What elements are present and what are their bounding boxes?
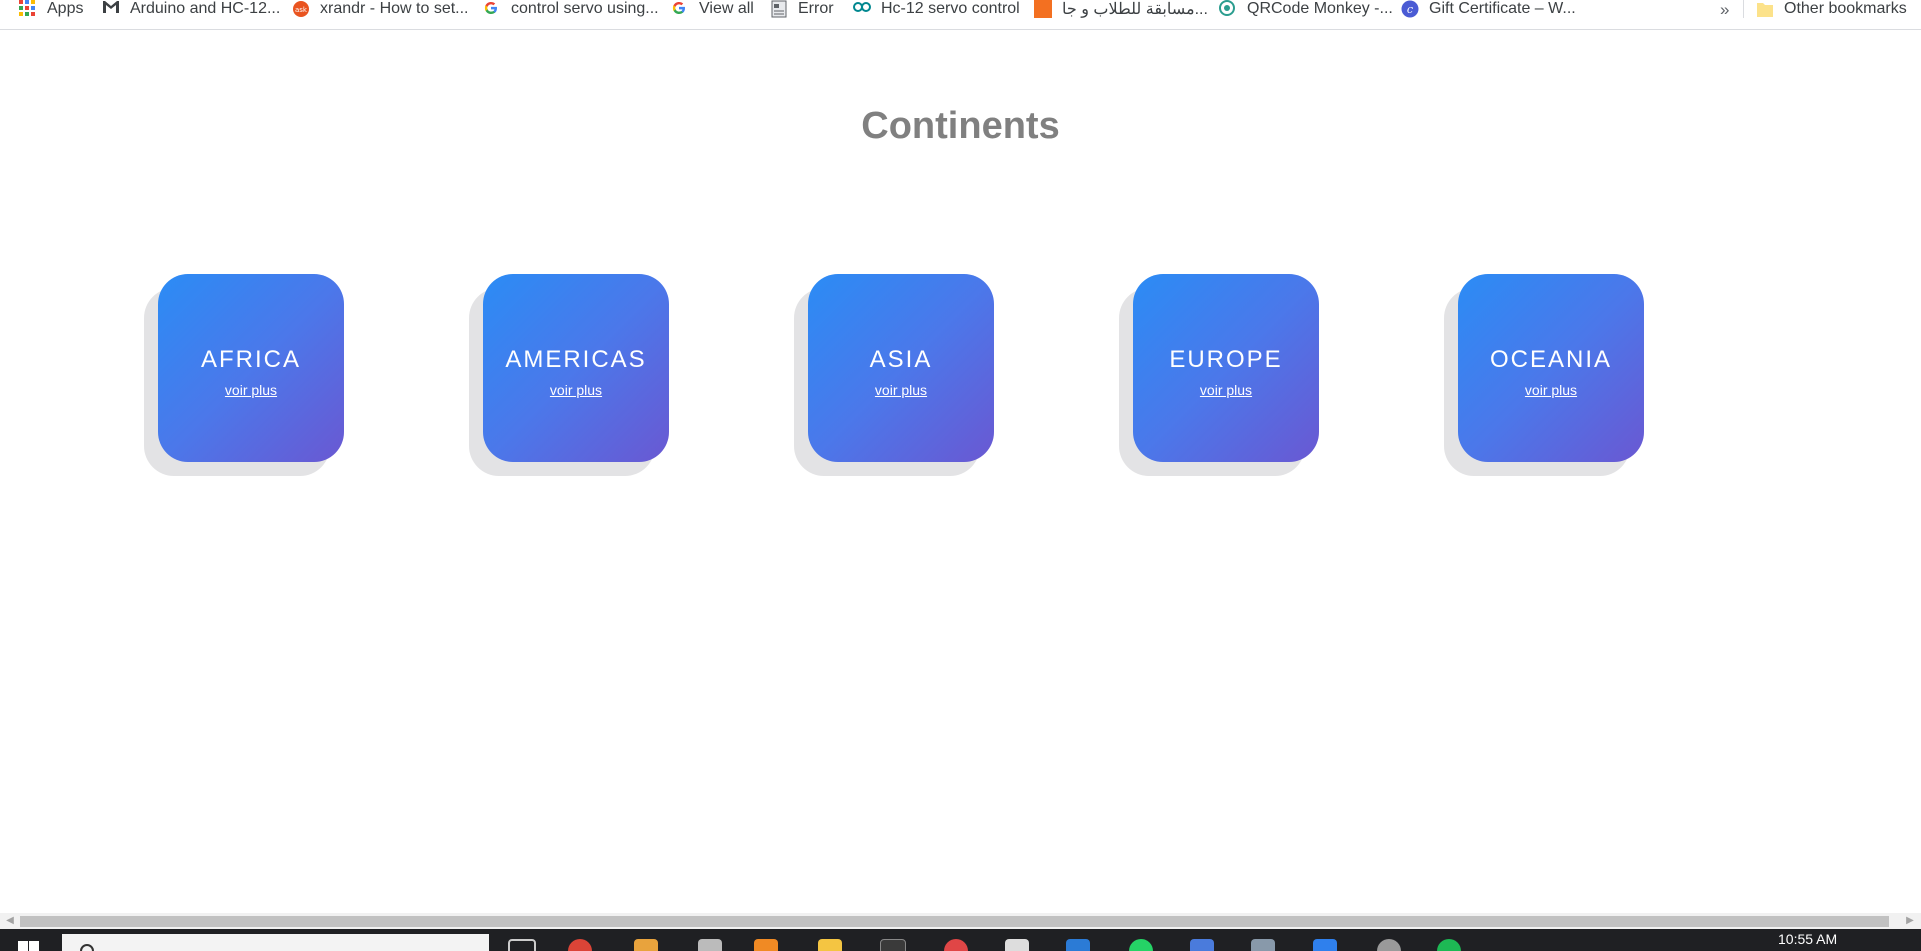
bookmark-arabic-contest[interactable]: مسابقة للطلاب و جا... [1034, 0, 1208, 18]
app-icon[interactable] [634, 939, 658, 951]
card-title: ASIA [869, 346, 933, 373]
svg-text:c: c [1407, 3, 1413, 16]
bookmark-label: xrandr - How to set... [320, 0, 469, 17]
card-title: OCEANIA [1489, 346, 1613, 373]
bookmark-error[interactable]: Error [770, 0, 834, 18]
whatsapp-icon[interactable] [1129, 939, 1153, 951]
continent-card-europe: EUROPE voir plus [1119, 274, 1319, 476]
card-asia[interactable]: ASIA voir plus [808, 274, 994, 462]
bookmark-label: Error [798, 0, 834, 17]
orange-site-icon [1034, 0, 1052, 18]
bookmark-label: View all [699, 0, 754, 17]
bookmark-qrcode-monkey[interactable]: QRCode Monkey -... [1219, 0, 1393, 17]
folder-icon [1756, 0, 1774, 17]
bookmark-label: مسابقة للطلاب و جا... [1062, 0, 1208, 18]
card-africa[interactable]: AFRICA voir plus [158, 274, 344, 462]
continent-card-africa: AFRICA voir plus [144, 274, 344, 476]
windows-taskbar: 10:55 AM [0, 929, 1921, 951]
file-explorer-icon[interactable] [818, 939, 842, 951]
card-oceania[interactable]: OCEANIA voir plus [1458, 274, 1644, 462]
scrollbar-thumb[interactable] [20, 916, 1889, 927]
terminal-icon[interactable] [880, 939, 906, 951]
search-icon [80, 944, 94, 951]
voir-plus-link[interactable]: voir plus [550, 381, 602, 399]
app-icon[interactable] [698, 939, 722, 951]
bookmark-view-all[interactable]: View all [671, 0, 754, 17]
app-icon[interactable] [1251, 939, 1275, 951]
scroll-left-arrow[interactable]: ◀ [3, 915, 17, 927]
card-title: AMERICAS [505, 346, 647, 373]
apps-grid-icon [19, 0, 37, 17]
app-icon[interactable] [754, 939, 778, 951]
other-bookmarks-folder[interactable]: Other bookmarks [1756, 0, 1907, 17]
askubuntu-icon: ask [292, 0, 310, 17]
taskbar-search-box[interactable] [62, 934, 489, 951]
start-button[interactable] [18, 941, 40, 951]
scroll-right-arrow[interactable]: ▶ [1903, 915, 1917, 927]
app-icon[interactable] [1190, 939, 1214, 951]
google-icon [483, 0, 501, 17]
taskbar-clock[interactable]: 10:55 AM [1778, 931, 1837, 947]
bookmark-xrandr[interactable]: ask xrandr - How to set... [292, 0, 469, 17]
bookmark-label: Arduino and HC-12... [130, 0, 281, 17]
app-icon[interactable] [1377, 939, 1401, 951]
bookmark-label: control servo using... [511, 0, 659, 17]
bookmarks-overflow-button[interactable]: » [1720, 0, 1729, 20]
card-title: AFRICA [200, 346, 301, 373]
card-americas[interactable]: AMERICAS voir plus [483, 274, 669, 462]
vscode-icon[interactable] [1313, 939, 1337, 951]
bookmark-gift-certificate[interactable]: c Gift Certificate – W... [1401, 0, 1576, 18]
voir-plus-link[interactable]: voir plus [875, 381, 927, 399]
voir-plus-link[interactable]: voir plus [1525, 381, 1577, 399]
bookmark-apps[interactable]: Apps [19, 0, 83, 17]
bookmark-arduino-hc12[interactable]: Arduino and HC-12... [102, 0, 280, 17]
bookmark-label: Hc-12 servo control [881, 0, 1020, 17]
app-icon[interactable] [1005, 939, 1029, 951]
other-bookmarks-label: Other bookmarks [1784, 0, 1907, 17]
google-icon [671, 0, 689, 17]
continent-card-asia: ASIA voir plus [794, 274, 994, 476]
continent-card-oceania: OCEANIA voir plus [1444, 274, 1644, 476]
bookmark-hc12-servo[interactable]: Hc-12 servo control [853, 0, 1020, 17]
gmail-icon [102, 0, 120, 17]
horizontal-scrollbar[interactable]: ◀ ▶ [0, 913, 1921, 929]
page-icon [770, 0, 788, 18]
circle-c-icon: c [1401, 0, 1419, 18]
voir-plus-link[interactable]: voir plus [1200, 381, 1252, 399]
card-europe[interactable]: EUROPE voir plus [1133, 274, 1319, 462]
bookmark-label: QRCode Monkey -... [1247, 0, 1393, 17]
bookmarks-bar: Apps Arduino and HC-12... ask xrandr - H… [0, 0, 1921, 30]
bookmark-control-servo[interactable]: control servo using... [483, 0, 659, 17]
bookmarks-divider [1743, 0, 1744, 18]
continent-card-americas: AMERICAS voir plus [469, 274, 669, 476]
app-icon[interactable] [1066, 939, 1090, 951]
card-title: EUROPE [1169, 346, 1283, 373]
app-icon[interactable] [944, 939, 968, 951]
qrcode-monkey-icon [1219, 0, 1237, 17]
spotify-icon[interactable] [1437, 939, 1461, 951]
voir-plus-link[interactable]: voir plus [225, 381, 277, 399]
task-view-icon[interactable] [508, 939, 536, 951]
page-title: Continents [861, 105, 1060, 147]
svg-text:ask: ask [295, 6, 308, 14]
bookmark-label: Apps [47, 0, 84, 17]
arduino-icon [853, 0, 871, 17]
bookmark-label: Gift Certificate – W... [1429, 0, 1576, 17]
chrome-icon[interactable] [568, 939, 592, 951]
